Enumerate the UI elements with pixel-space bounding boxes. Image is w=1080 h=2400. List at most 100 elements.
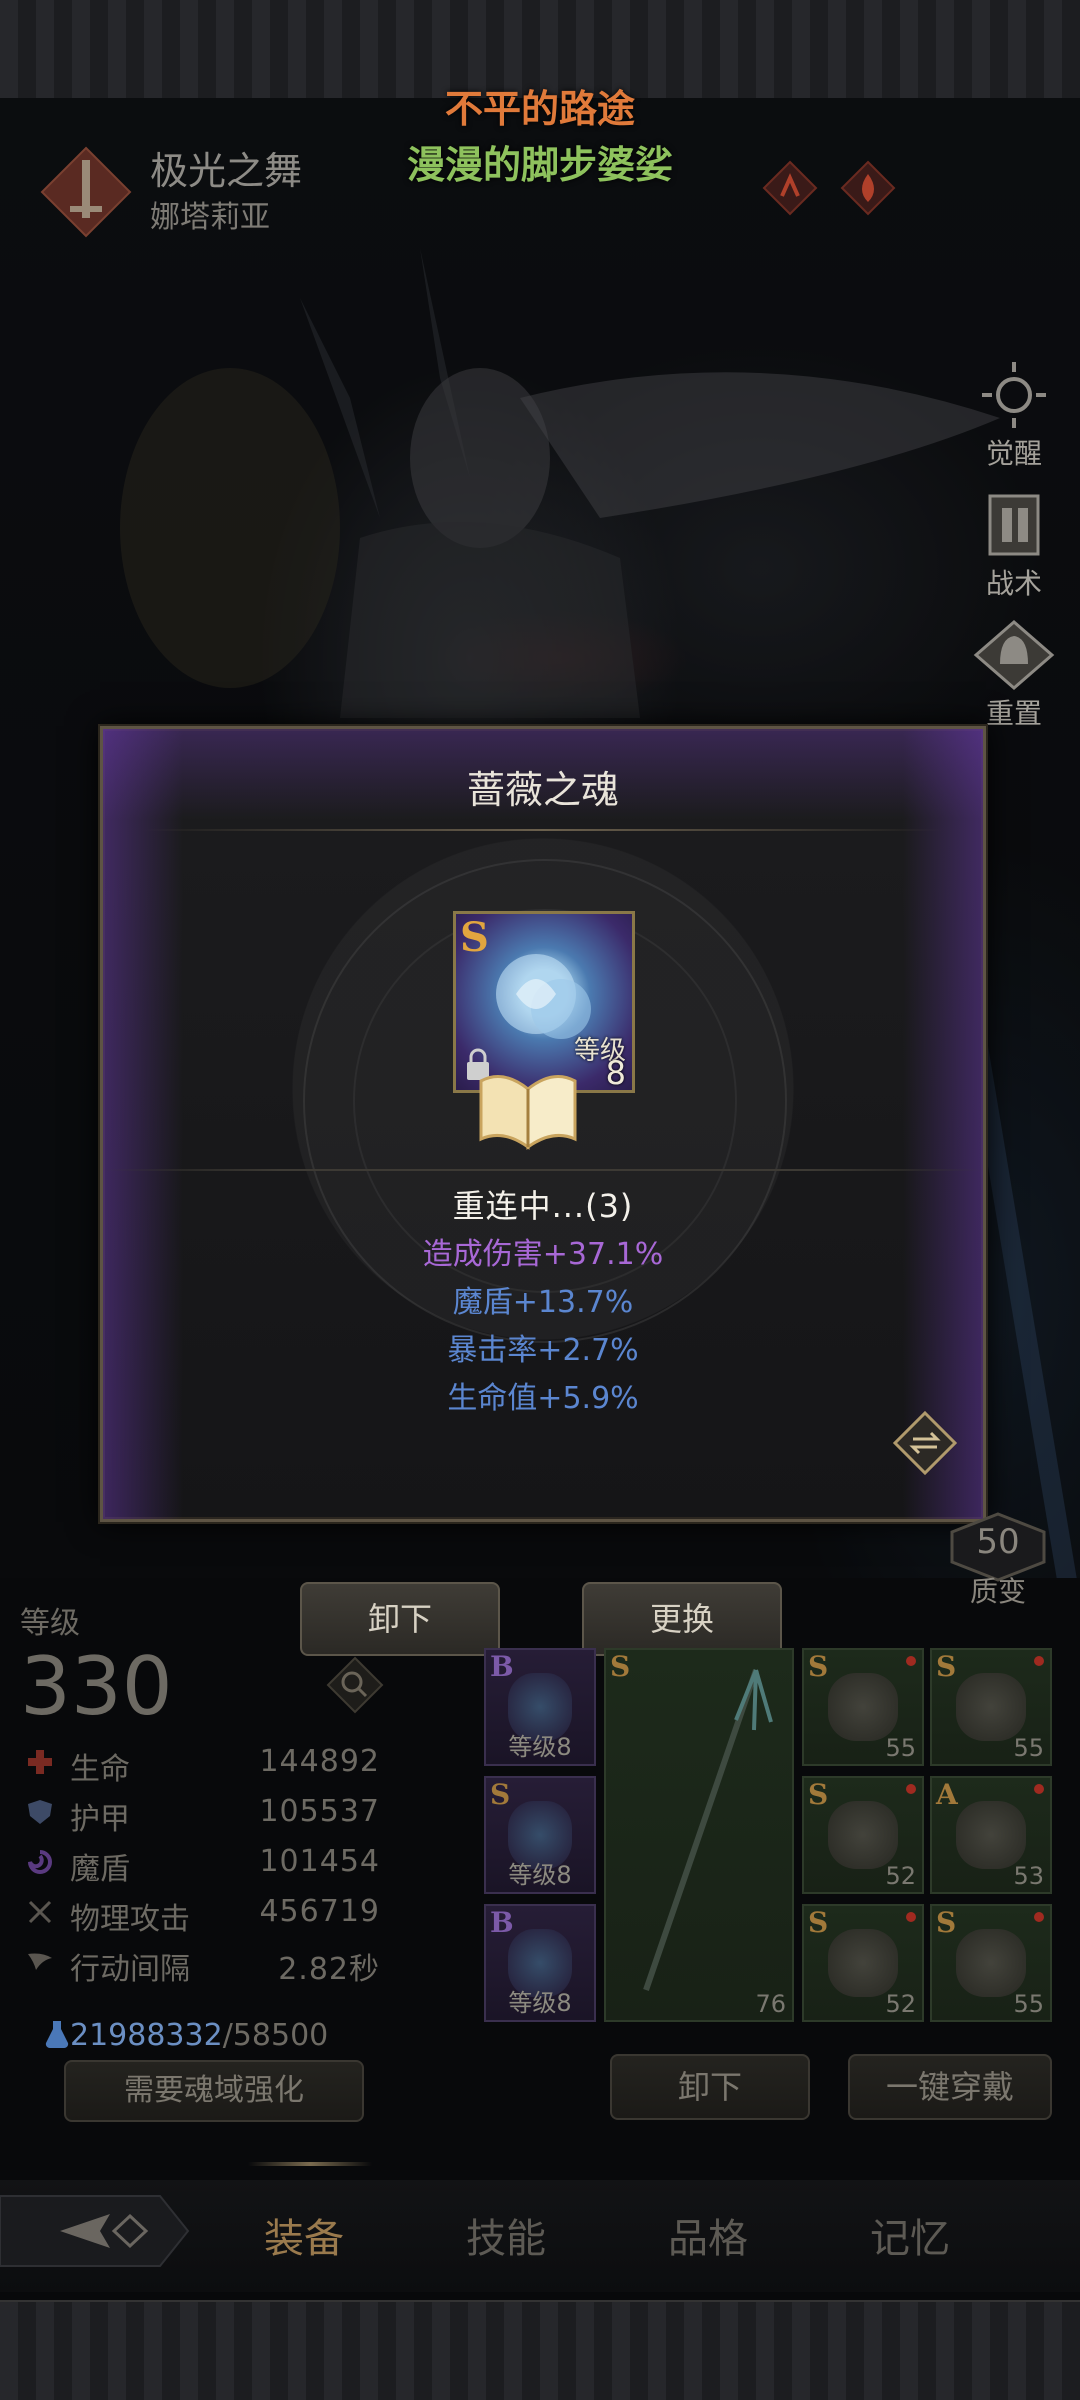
hp-cross-icon (28, 1750, 52, 1774)
wing-icon (28, 1953, 52, 1970)
hero-title: 娜塔莉亚 (150, 200, 270, 235)
item-grade-badge: S (460, 914, 489, 961)
weapon-slot[interactable]: S 76 (604, 1648, 794, 2022)
slot-grade: B (490, 1650, 514, 1683)
resource-max: /58500 (222, 2018, 329, 2053)
title-divider (143, 829, 943, 831)
awaken-label: 觉醒 (985, 437, 1042, 470)
gate-icon (988, 494, 1040, 556)
popup-title: 蔷薇之魂 (466, 768, 619, 812)
one-click-equip-button[interactable]: 一键穿戴 (848, 2054, 1052, 2120)
magic-swirl-icon (28, 1850, 52, 1874)
crossed-swords-icon (28, 1900, 52, 1924)
notification-dot (1034, 1912, 1044, 1922)
soul-domain-enhance-button[interactable]: 需要魂域强化 (64, 2060, 364, 2122)
slot-grade: A (936, 1778, 958, 1811)
level-label: 等级 (20, 1606, 80, 1641)
banner-line-1: 不平的路途 (444, 87, 635, 131)
notification-dot (906, 1656, 916, 1666)
tactics-label: 战术 (985, 567, 1042, 600)
stat-value: 105537 (259, 1794, 380, 1829)
soul-slot[interactable]: B 等级8 (484, 1648, 596, 1766)
stat-row-hp: 生命 144892 (20, 1740, 380, 1787)
hero-level: 330 (20, 1640, 173, 1733)
soul-resource: 21988332/58500 (44, 2018, 328, 2053)
slot-grade: S (808, 1650, 829, 1683)
slot-grade: B (490, 1906, 514, 1939)
transform-value: 50 (976, 1522, 1020, 1562)
slot-level: 55 (885, 1734, 916, 1762)
swap-arrows-icon[interactable] (893, 1411, 957, 1475)
tab-indicator (248, 2162, 372, 2166)
slot-level: 52 (885, 1990, 916, 2018)
banner-line-2: 漫漫的脚步婆娑 (406, 143, 673, 187)
resource-current: 21988332 (70, 2018, 223, 2053)
slot-grade: S (936, 1906, 957, 1939)
notification-dot (1034, 1656, 1044, 1666)
attribute-line: 暴击率+2.7% (447, 1333, 639, 1368)
shield-icon (28, 1800, 52, 1824)
unequip-button[interactable]: 卸下 (300, 1582, 500, 1656)
tab-equipment[interactable]: 装备 (264, 2206, 344, 2264)
gear-slot[interactable]: A 53 (930, 1776, 1052, 1894)
stat-row-armor: 护甲 105537 (20, 1790, 380, 1837)
slot-level: 等级8 (508, 1861, 572, 1889)
stat-row-physical-attack: 物理攻击 456719 (20, 1890, 380, 1937)
notification-dot (906, 1784, 916, 1794)
soul-slot[interactable]: S 等级8 (484, 1776, 596, 1894)
gear-slot[interactable]: S 52 (802, 1904, 924, 2022)
stat-name: 护甲 (70, 1802, 130, 1837)
attribute-line: 魔盾+13.7% (452, 1285, 634, 1320)
unequip-all-button[interactable]: 卸下 (610, 2054, 810, 2120)
stat-name: 物理攻击 (70, 1902, 190, 1937)
element-claw-icon (762, 160, 818, 216)
slot-grade: S (808, 1906, 829, 1939)
section-divider (103, 1169, 983, 1171)
slot-level: 76 (755, 1990, 786, 2018)
stat-value: 456719 (259, 1894, 380, 1929)
slot-grade: S (610, 1650, 631, 1683)
reset-button[interactable]: 重置 (964, 620, 1064, 732)
gear-slot[interactable]: S 55 (930, 1904, 1052, 2022)
slot-level: 52 (885, 1862, 916, 1890)
back-arrow-icon[interactable] (0, 2186, 190, 2276)
transform-label: 质变 (969, 1575, 1026, 1608)
status-reconnecting: 重连中...(3) (452, 1187, 634, 1225)
bottom-frame (0, 2300, 1080, 2400)
slot-level: 等级8 (508, 1733, 572, 1761)
tab-skills[interactable]: 技能 (466, 2206, 546, 2264)
notification-dot (1034, 1784, 1044, 1794)
element-fire-icon (840, 160, 896, 216)
gear-slot[interactable]: S 52 (802, 1776, 924, 1894)
gear-slot[interactable]: S 55 (802, 1648, 924, 1766)
item-level-value: 8 (605, 1054, 626, 1092)
awaken-button[interactable]: 觉醒 (964, 360, 1064, 472)
open-book-icon[interactable] (473, 1059, 583, 1159)
stat-value: 101454 (259, 1844, 380, 1879)
slot-grade: S (490, 1778, 511, 1811)
slot-level: 55 (1013, 1734, 1044, 1762)
trident-icon (643, 1669, 773, 1991)
attribute-line: 生命值+5.9% (447, 1381, 639, 1416)
helmet-icon (973, 620, 1055, 690)
tab-memory[interactable]: 记忆 (870, 2206, 950, 2264)
replace-button[interactable]: 更换 (582, 1582, 782, 1656)
stat-name: 生命 (70, 1752, 130, 1787)
notification-dot (906, 1912, 916, 1922)
stat-value: 2.82秒 (278, 1952, 380, 1987)
slot-grade: S (936, 1650, 957, 1683)
stat-value: 144892 (259, 1744, 380, 1779)
attribute-line: 造成伤害+37.1% (422, 1237, 664, 1272)
stat-name: 行动间隔 (70, 1952, 190, 1987)
gear-slot[interactable]: S 55 (930, 1648, 1052, 1766)
soul-slot[interactable]: B 等级8 (484, 1904, 596, 2022)
stat-name: 魔盾 (70, 1852, 130, 1887)
slot-level: 55 (1013, 1990, 1044, 2018)
search-icon[interactable] (326, 1656, 384, 1714)
stat-row-action-interval: 行动间隔 2.82秒 (20, 1940, 380, 1987)
sun-emblem-icon (982, 362, 1046, 428)
tab-character[interactable]: 品格 (668, 2206, 748, 2264)
tactics-button[interactable]: 战术 (964, 490, 1064, 602)
stat-row-magic-shield: 魔盾 101454 (20, 1840, 380, 1887)
transform-button[interactable]: 50 质变 (944, 1512, 1052, 1608)
